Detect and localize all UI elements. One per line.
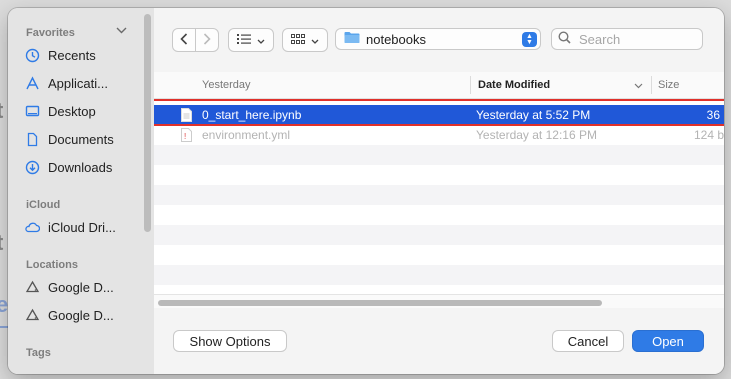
selection-highlight-box xyxy=(154,99,724,126)
column-header-name[interactable]: Yesterday xyxy=(202,79,251,91)
grid-view-button[interactable] xyxy=(282,28,328,52)
list-header: Yesterday Date Modified Size xyxy=(154,72,724,99)
location-popup[interactable]: notebooks ▲ ▼ xyxy=(335,28,541,50)
show-options-button[interactable]: Show Options xyxy=(173,330,287,352)
open-file-dialog: Favorites Recents Applicati... Desktop D… xyxy=(8,8,724,374)
download-icon xyxy=(24,159,40,175)
navigation-buttons xyxy=(172,28,219,52)
sidebar-item-google-drive-2[interactable]: Google D... xyxy=(24,304,146,326)
sidebar-item-label: Google D... xyxy=(48,307,114,323)
desktop-icon xyxy=(24,103,40,119)
file-date: Yesterday at 12:16 PM xyxy=(476,128,597,142)
horizontal-scrollbar[interactable] xyxy=(154,294,724,308)
folder-icon xyxy=(344,31,360,47)
sidebar-item-label: Recents xyxy=(48,47,96,63)
chevron-down-icon xyxy=(257,33,265,47)
sidebar-item-label: Google D... xyxy=(48,279,114,295)
cloud-icon xyxy=(24,219,40,235)
background-text-fragment: e xyxy=(0,292,9,317)
sidebar-item-icloud-drive[interactable]: iCloud Dri... xyxy=(24,216,146,238)
chevron-down-icon xyxy=(311,33,319,47)
svg-text:!: ! xyxy=(184,132,186,141)
sidebar-item-label: Downloads xyxy=(48,159,113,175)
empty-row xyxy=(154,165,724,185)
sidebar-item-documents[interactable]: Documents xyxy=(24,128,146,150)
empty-row xyxy=(154,185,724,205)
chevron-right-icon xyxy=(203,32,211,48)
open-button[interactable]: Open xyxy=(632,330,704,352)
sidebar-item-google-drive-1[interactable]: Google D... xyxy=(24,276,146,298)
toolbar: notebooks ▲ ▼ xyxy=(154,8,724,64)
grid-icon xyxy=(291,33,305,47)
sidebar-section-icloud: iCloud xyxy=(26,199,61,211)
file-name: environment.yml xyxy=(202,128,291,142)
background-text-fragment: t xyxy=(0,230,3,256)
background-text-fragment: t xyxy=(0,98,3,124)
list-view-button[interactable] xyxy=(228,28,274,52)
applications-icon xyxy=(24,75,40,91)
forward-button[interactable] xyxy=(196,28,219,52)
sidebar: Favorites Recents Applicati... Desktop D… xyxy=(8,8,155,374)
file-size: 124 by xyxy=(693,128,724,142)
column-header-size[interactable]: Size xyxy=(658,79,679,91)
file-row[interactable]: ! environment.yml Yesterday at 12:16 PM … xyxy=(154,125,724,145)
empty-row xyxy=(154,205,724,225)
search-input[interactable] xyxy=(577,30,691,48)
sidebar-item-label: iCloud Dri... xyxy=(48,219,116,235)
updown-chevron-icon: ▲ ▼ xyxy=(522,32,537,47)
clock-icon xyxy=(24,47,40,63)
column-divider[interactable] xyxy=(651,76,652,94)
scrollbar-thumb[interactable] xyxy=(158,300,602,306)
main-pane: notebooks ▲▼ Yesterday Date Modified S xyxy=(154,8,724,374)
chevron-down-icon[interactable] xyxy=(116,25,127,37)
sidebar-item-downloads[interactable]: Downloads xyxy=(24,156,146,178)
chevron-down-icon xyxy=(634,80,643,92)
sidebar-item-desktop[interactable]: Desktop xyxy=(24,100,146,122)
sidebar-section-tags: Tags xyxy=(26,347,51,359)
sidebar-item-applications[interactable]: Applicati... xyxy=(24,72,146,94)
sidebar-item-label: Applicati... xyxy=(48,75,108,91)
drive-icon xyxy=(24,307,40,323)
search-field[interactable] xyxy=(551,28,703,50)
drive-icon xyxy=(24,279,40,295)
sidebar-item-label: Documents xyxy=(48,131,114,147)
empty-row xyxy=(154,145,724,165)
empty-row xyxy=(154,245,724,265)
text-file-icon: ! xyxy=(181,128,192,142)
empty-row xyxy=(154,265,724,285)
cancel-button[interactable]: Cancel xyxy=(552,330,624,352)
file-list: Yesterday Date Modified Size 0_start_her… xyxy=(154,72,724,308)
back-button[interactable] xyxy=(172,28,196,52)
chevron-left-icon xyxy=(180,32,188,48)
column-divider[interactable] xyxy=(470,76,471,94)
search-icon xyxy=(558,31,571,47)
empty-row xyxy=(154,225,724,245)
sidebar-section-favorites: Favorites xyxy=(26,27,75,39)
sidebar-item-label: Desktop xyxy=(48,103,96,119)
sidebar-section-locations: Locations xyxy=(26,259,78,271)
column-header-date-modified[interactable]: Date Modified xyxy=(478,79,550,91)
sidebar-item-recents[interactable]: Recents xyxy=(24,44,146,66)
list-icon xyxy=(237,33,251,47)
location-label: notebooks xyxy=(366,31,426,47)
document-icon xyxy=(24,131,40,147)
background-underline xyxy=(0,326,8,328)
